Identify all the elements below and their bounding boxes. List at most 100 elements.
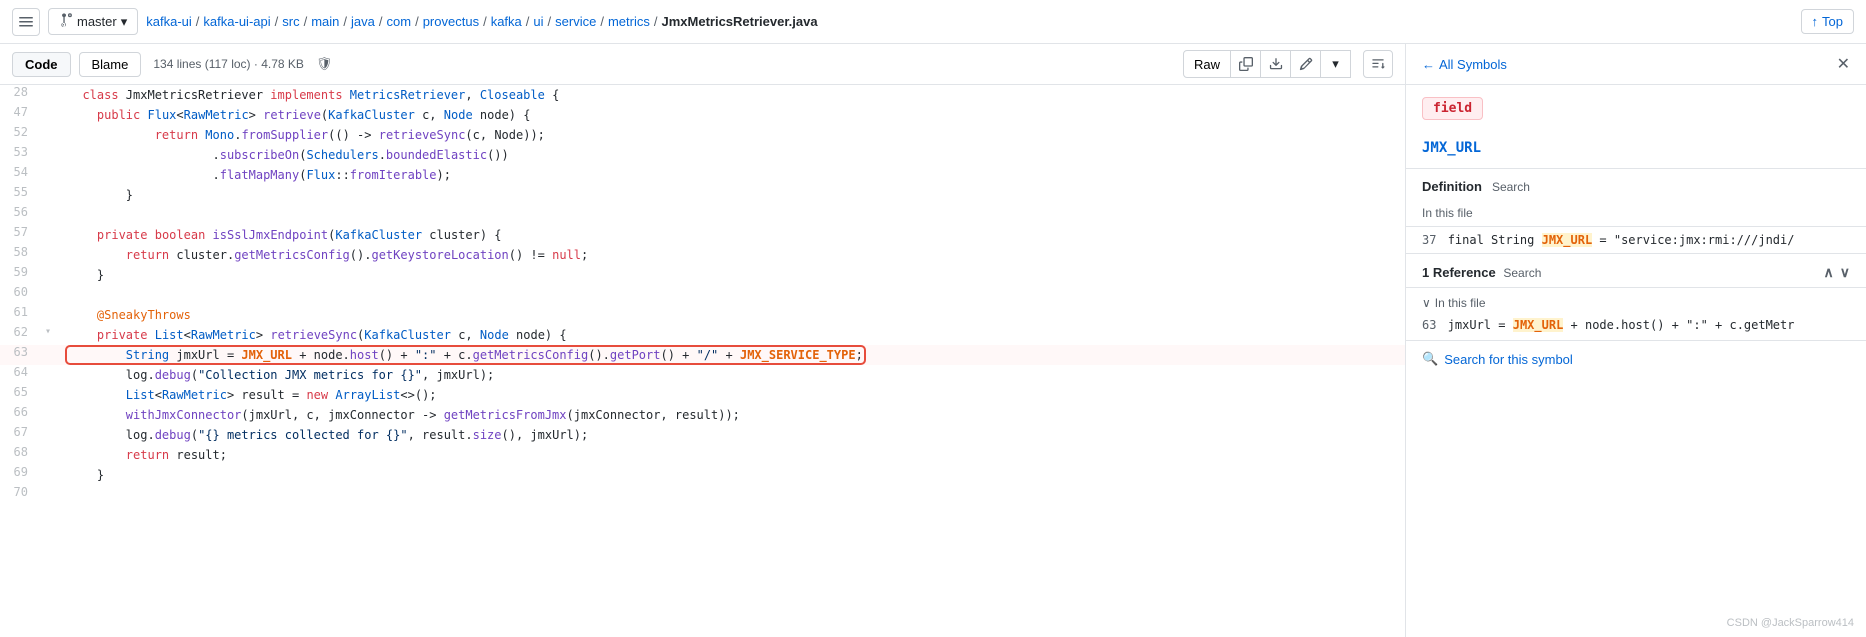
line-code: } — [56, 265, 1405, 285]
code-toolbar: Code Blame 134 lines (117 loc) · 4.78 KB… — [0, 44, 1405, 85]
line-code: log.debug("{} metrics collected for {}",… — [56, 425, 1405, 445]
top-label: Top — [1822, 14, 1843, 29]
line-code: @SneakyThrows — [56, 305, 1405, 325]
raw-button[interactable]: Raw — [1183, 50, 1231, 78]
edit-button[interactable] — [1291, 50, 1321, 78]
ref-line-prefix: jmxUrl = — [1448, 318, 1513, 332]
reference-section-header: 1 Reference Search ∧ ∨ — [1406, 254, 1866, 288]
table-row: 68 return result; — [0, 445, 1405, 465]
def-line-highlight: JMX_URL — [1542, 233, 1593, 247]
table-row: 67 log.debug("{} metrics collected for {… — [0, 425, 1405, 445]
breadcrumb-ui[interactable]: ui — [533, 14, 543, 29]
line-code: private List<RawMetric> retrieveSync(Kaf… — [56, 325, 1405, 345]
line-code: List<RawMetric> result = new ArrayList<>… — [56, 385, 1405, 405]
breadcrumb-main[interactable]: main — [311, 14, 339, 29]
search-icon: 🔍 — [1422, 351, 1438, 367]
line-number: 61 — [0, 305, 40, 325]
definition-ref-line[interactable]: 37 final String JMX_URL = "service:jmx:r… — [1406, 227, 1866, 254]
table-row: 53 .subscribeOn(Schedulers.boundedElasti… — [0, 145, 1405, 165]
breadcrumb-provectus[interactable]: provectus — [423, 14, 479, 29]
download-button[interactable] — [1261, 50, 1291, 78]
line-number: 65 — [0, 385, 40, 405]
breadcrumb-src[interactable]: src — [282, 14, 299, 29]
table-row: 59 } — [0, 265, 1405, 285]
shield-icon: 🛡 — [316, 56, 333, 72]
line-number: 60 — [0, 285, 40, 305]
chevron-up-icon[interactable]: ∧ — [1824, 264, 1834, 281]
breadcrumb-service[interactable]: service — [555, 14, 596, 29]
line-number: 66 — [0, 405, 40, 425]
all-symbols-button[interactable]: ← All Symbols — [1422, 57, 1507, 72]
table-row: 55 } — [0, 185, 1405, 205]
breadcrumb-current-file: JmxMetricsRetriever.java — [661, 14, 817, 29]
table-row: 62 ▾ private List<RawMetric> retrieveSyn… — [0, 325, 1405, 345]
line-number: 62 — [0, 325, 40, 345]
close-button[interactable]: ✕ — [1837, 54, 1850, 74]
line-number: 68 — [0, 445, 40, 465]
line-code: withJmxConnector(jmxUrl, c, jmxConnector… — [56, 405, 1405, 425]
wrap-button[interactable] — [1363, 50, 1393, 78]
def-line-suffix: = "service:jmx:rmi:///jndi/ — [1592, 233, 1794, 247]
tab-code[interactable]: Code — [12, 52, 71, 77]
table-row: 52 return Mono.fromSupplier(() -> retrie… — [0, 125, 1405, 145]
file-meta: 134 lines (117 loc) · 4.78 KB — [153, 57, 304, 71]
chevron-down-icon[interactable]: ∨ — [1840, 264, 1850, 281]
expand-icon[interactable]: ▾ — [40, 325, 56, 345]
reference-section: 1 Reference Search ∧ ∨ ∨ In this file 63… — [1406, 254, 1866, 340]
line-code — [56, 285, 1405, 305]
line-code — [56, 205, 1405, 225]
search-symbol-label: Search for this symbol — [1444, 352, 1573, 367]
in-this-file-sub: ∨ In this file — [1406, 288, 1866, 314]
line-code: String jmxUrl = JMX_URL + node.host() + … — [56, 345, 1405, 365]
table-row: 28 class JmxMetricsRetriever implements … — [0, 85, 1405, 105]
line-number: 57 — [0, 225, 40, 245]
tab-blame[interactable]: Blame — [79, 52, 142, 77]
line-code: } — [56, 465, 1405, 485]
edit-chevron-btn[interactable]: ▾ — [1321, 50, 1351, 78]
line-number: 69 — [0, 465, 40, 485]
search-symbol-button[interactable]: 🔍 Search for this symbol — [1406, 340, 1866, 377]
ref-line-highlight: JMX_URL — [1513, 318, 1564, 332]
definition-header: Definition Search — [1406, 169, 1866, 200]
symbol-tag-container: field — [1406, 85, 1866, 132]
line-number: 55 — [0, 185, 40, 205]
table-row: 54 .flatMapMany(Flux::fromIterable); — [0, 165, 1405, 185]
line-code: public Flux<RawMetric> retrieve(KafkaClu… — [56, 105, 1405, 125]
copy-button[interactable] — [1231, 50, 1261, 78]
definition-section: Definition Search In this file 37 final … — [1406, 169, 1866, 254]
line-code: return Mono.fromSupplier(() -> retrieveS… — [56, 125, 1405, 145]
breadcrumb-java[interactable]: java — [351, 14, 375, 29]
line-number: 58 — [0, 245, 40, 265]
breadcrumb-metrics[interactable]: metrics — [608, 14, 650, 29]
branch-name: master — [77, 14, 117, 29]
line-number: 70 — [0, 485, 40, 505]
line-number: 53 — [0, 145, 40, 165]
table-row: 66 withJmxConnector(jmxUrl, c, jmxConnec… — [0, 405, 1405, 425]
sidebar-toggle-btn[interactable] — [12, 8, 40, 36]
ref-line-suffix: + node.host() + ":" + c.getMetr — [1563, 318, 1794, 332]
def-line-prefix: final String — [1448, 233, 1542, 247]
symbol-panel-header: ← All Symbols ✕ — [1406, 44, 1866, 85]
table-row: 63 String jmxUrl = JMX_URL + node.host()… — [0, 345, 1405, 365]
chevron-small-icon: ∨ — [1422, 296, 1431, 310]
branch-selector[interactable]: master ▾ — [48, 8, 138, 35]
line-code — [56, 485, 1405, 505]
breadcrumb-kafka[interactable]: kafka — [491, 14, 522, 29]
line-code: } — [56, 185, 1405, 205]
definition-search-placeholder[interactable]: Search — [1492, 180, 1530, 194]
reference-search-placeholder[interactable]: Search — [1503, 266, 1541, 280]
definition-label: Definition — [1422, 179, 1482, 194]
breadcrumb-com[interactable]: com — [387, 14, 412, 29]
code-content[interactable]: 28 class JmxMetricsRetriever implements … — [0, 85, 1405, 637]
line-number: 63 — [0, 345, 40, 365]
table-row: 61 @SneakyThrows — [0, 305, 1405, 325]
line-code: .flatMapMany(Flux::fromIterable); — [56, 165, 1405, 185]
breadcrumb: kafka-ui / kafka-ui-api / src / main / j… — [146, 14, 1792, 29]
line-number: 54 — [0, 165, 40, 185]
table-row: 60 — [0, 285, 1405, 305]
breadcrumb-kafka-ui[interactable]: kafka-ui — [146, 14, 192, 29]
reference-line[interactable]: 63 jmxUrl = JMX_URL + node.host() + ":" … — [1406, 314, 1866, 340]
top-button[interactable]: ↑ Top — [1801, 9, 1854, 34]
line-code: class JmxMetricsRetriever implements Met… — [56, 85, 1405, 105]
breadcrumb-kafka-ui-api[interactable]: kafka-ui-api — [203, 14, 270, 29]
